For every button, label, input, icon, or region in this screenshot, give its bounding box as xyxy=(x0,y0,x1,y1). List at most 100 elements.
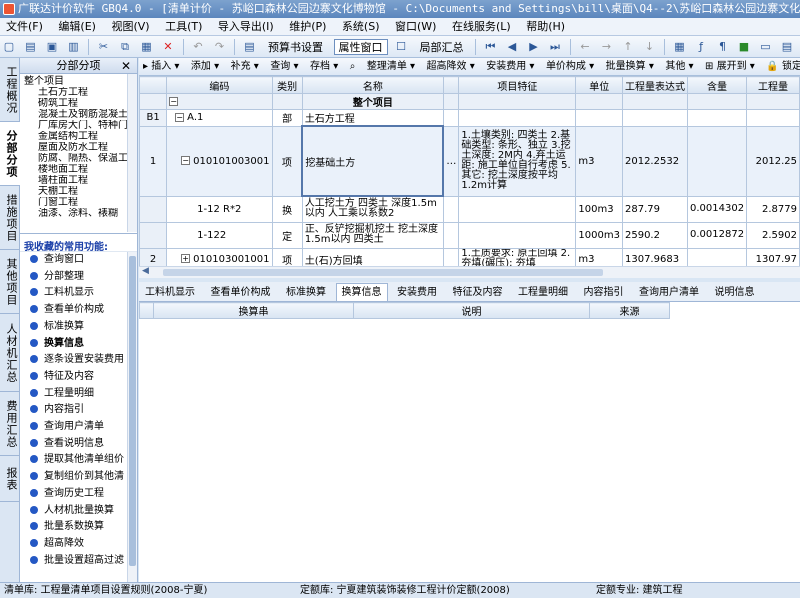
cell-whole-project[interactable]: 整个项目 xyxy=(301,93,444,110)
cell-code[interactable]: 1-122 xyxy=(166,221,273,249)
horizontal-scroll-thumb[interactable] xyxy=(163,269,603,276)
tab-content-guide[interactable]: 内容指引 xyxy=(578,283,630,301)
undo-icon[interactable]: ↶ xyxy=(190,39,206,55)
menu-window[interactable]: 窗口(W) xyxy=(389,18,442,35)
cell-name[interactable]: 人工挖土方 四类土 深度1.5m以内 人工乘以系数2 xyxy=(301,195,444,223)
col-header-unit[interactable]: 单位 xyxy=(575,76,623,94)
fav-item[interactable]: 人材机批量换算 xyxy=(20,503,128,520)
cell-unit[interactable]: 1000m3 xyxy=(575,221,623,249)
collapse-icon[interactable]: − xyxy=(175,112,185,122)
fav-item[interactable]: 超高降效 xyxy=(20,536,128,553)
fav-item[interactable]: 查看说明信息 xyxy=(20,436,128,453)
fav-item[interactable]: 标准换算 xyxy=(20,319,128,336)
collapse-icon[interactable]: − xyxy=(169,96,179,106)
vtab-project-overview[interactable]: 工程概况 xyxy=(0,58,20,122)
menu-tools[interactable]: 工具(T) xyxy=(159,18,208,35)
cell-content[interactable]: 0.0012872 xyxy=(686,221,748,249)
tab-unit-price[interactable]: 查看单价构成 xyxy=(205,283,277,301)
last-icon[interactable]: ⏭ xyxy=(547,39,563,55)
menu-file[interactable]: 文件(F) xyxy=(0,18,49,35)
cell-name[interactable]: 挖基础土方 xyxy=(301,125,445,197)
fav-item[interactable]: 工程量明细 xyxy=(20,386,128,403)
col-header-description[interactable]: 说明 xyxy=(353,302,590,319)
col-header-expr[interactable]: 工程量表达式 xyxy=(621,76,688,94)
archive-button[interactable]: 存档 ▾ xyxy=(306,58,342,75)
cell-expr[interactable]: 2012.2532 xyxy=(621,125,688,197)
vtab-labor-material-summary[interactable]: 人材机汇总 xyxy=(0,314,20,392)
lock-list-button[interactable]: 🔒 锁定清单 xyxy=(762,58,800,75)
cell-name[interactable]: 土(石)方回填 xyxy=(301,247,444,266)
expand-to-button[interactable]: ⊞ 展开到 ▾ xyxy=(701,58,759,75)
col-header-name[interactable]: 名称 xyxy=(301,76,444,94)
cell[interactable] xyxy=(746,93,800,110)
cell-expr[interactable]: 287.79 xyxy=(621,195,688,223)
tree-item[interactable]: 门窗工程 xyxy=(24,197,128,208)
tree-item[interactable]: 土石方工程 xyxy=(24,87,128,98)
tree-root[interactable]: 整个项目 xyxy=(24,76,137,87)
cell-qty[interactable]: 2.5902 xyxy=(746,221,800,249)
query-button[interactable]: 查询 ▾ xyxy=(266,58,302,75)
vtab-sub-items[interactable]: 分部分项 xyxy=(0,122,20,186)
supplement-button[interactable]: 补充 ▾ xyxy=(227,58,263,75)
cell-type[interactable]: 项 xyxy=(271,247,303,266)
col-header-type[interactable]: 类别 xyxy=(271,76,303,94)
fav-item[interactable]: 提取其他清单组价 xyxy=(20,452,128,469)
col-header-code[interactable]: 编码 xyxy=(166,76,273,94)
table-row[interactable]: B1 − A.1 部 土石方工程 xyxy=(139,109,800,127)
col-header-source[interactable]: 来源 xyxy=(589,302,670,319)
vtab-reports[interactable]: 报表 xyxy=(0,456,20,502)
tab-description[interactable]: 说明信息 xyxy=(709,283,761,301)
tab-features[interactable]: 特征及内容 xyxy=(447,283,509,301)
cell-name[interactable]: 土石方工程 xyxy=(301,109,444,127)
cell-type[interactable]: 部 xyxy=(271,109,303,127)
cell-feature[interactable]: 1.土壤类别: 四类土 2.基础类型: 条形、独立 3.挖土深度: 2M内 4.… xyxy=(458,125,577,197)
cell-expr[interactable]: 2590.2 xyxy=(621,221,688,249)
cell-content[interactable]: 0.0014302 xyxy=(686,195,748,223)
cell-content[interactable] xyxy=(686,125,748,197)
menu-import-export[interactable]: 导入导出(I) xyxy=(212,18,280,35)
table-icon[interactable]: ▤ xyxy=(779,39,795,55)
binoculars-icon[interactable]: ⌕ xyxy=(346,58,360,75)
favorites-scroll-thumb[interactable] xyxy=(129,256,136,566)
scroll-left-icon[interactable]: ◀ xyxy=(142,266,149,276)
cell[interactable]: − xyxy=(166,93,273,110)
tree-item[interactable]: 油漆、涂料、裱糊 xyxy=(24,208,128,219)
arrow-left-icon[interactable]: ← xyxy=(577,39,593,55)
arrow-right-icon[interactable]: → xyxy=(599,39,615,55)
cell-unit[interactable]: m3 xyxy=(575,125,623,197)
fav-item[interactable]: 查看单价构成 xyxy=(20,302,128,319)
prev-icon[interactable]: ◀ xyxy=(504,39,520,55)
cell[interactable] xyxy=(686,93,748,110)
first-icon[interactable]: ⏮ xyxy=(483,39,499,55)
menu-maintain[interactable]: 维护(P) xyxy=(283,18,332,35)
collapse-icon[interactable]: − xyxy=(181,156,191,165)
formula-icon[interactable]: ƒ xyxy=(693,39,709,55)
tree-item[interactable]: 混凝土及钢筋混凝土 xyxy=(24,109,128,120)
fav-item[interactable]: 查询历史工程 xyxy=(20,486,128,503)
col-header-content[interactable]: 含量 xyxy=(686,76,748,94)
install-fee-button[interactable]: 安装费用 ▾ xyxy=(482,58,538,75)
ellipsis-button[interactable]: … xyxy=(442,125,460,197)
cell-unit[interactable]: m3 xyxy=(575,247,623,266)
cell-feature[interactable] xyxy=(458,195,577,223)
cell-code[interactable]: −010101003001 xyxy=(166,125,273,197)
expand-icon[interactable]: + xyxy=(181,254,191,263)
col-header-convert-string[interactable]: 换算串 xyxy=(153,302,354,319)
tree-item[interactable]: 厂库房大门、特种门 xyxy=(24,120,128,131)
fav-item[interactable]: 分部整理 xyxy=(20,269,128,286)
tab-quantity-detail[interactable]: 工程量明细 xyxy=(512,283,574,301)
folder-icon[interactable]: ▥ xyxy=(66,39,82,55)
fav-item[interactable]: 查询用户清单 xyxy=(20,419,128,436)
menu-edit[interactable]: 编辑(E) xyxy=(52,18,102,35)
property-window-button[interactable]: 属性窗口 xyxy=(333,39,388,55)
next-icon[interactable]: ▶ xyxy=(526,39,542,55)
cell[interactable] xyxy=(442,247,460,266)
cell-qty[interactable]: 2.8779 xyxy=(746,195,800,223)
tab-convert-info[interactable]: 换算信息 xyxy=(335,283,388,301)
cell-feature[interactable] xyxy=(458,221,577,249)
col-header-feature[interactable]: 项目特征 xyxy=(458,76,577,94)
open-folder-icon[interactable]: ▤ xyxy=(23,39,39,55)
vtab-other-items[interactable]: 其他项目 xyxy=(0,250,20,314)
menu-online[interactable]: 在线服务(L) xyxy=(446,18,517,35)
cell-content[interactable] xyxy=(686,109,748,127)
